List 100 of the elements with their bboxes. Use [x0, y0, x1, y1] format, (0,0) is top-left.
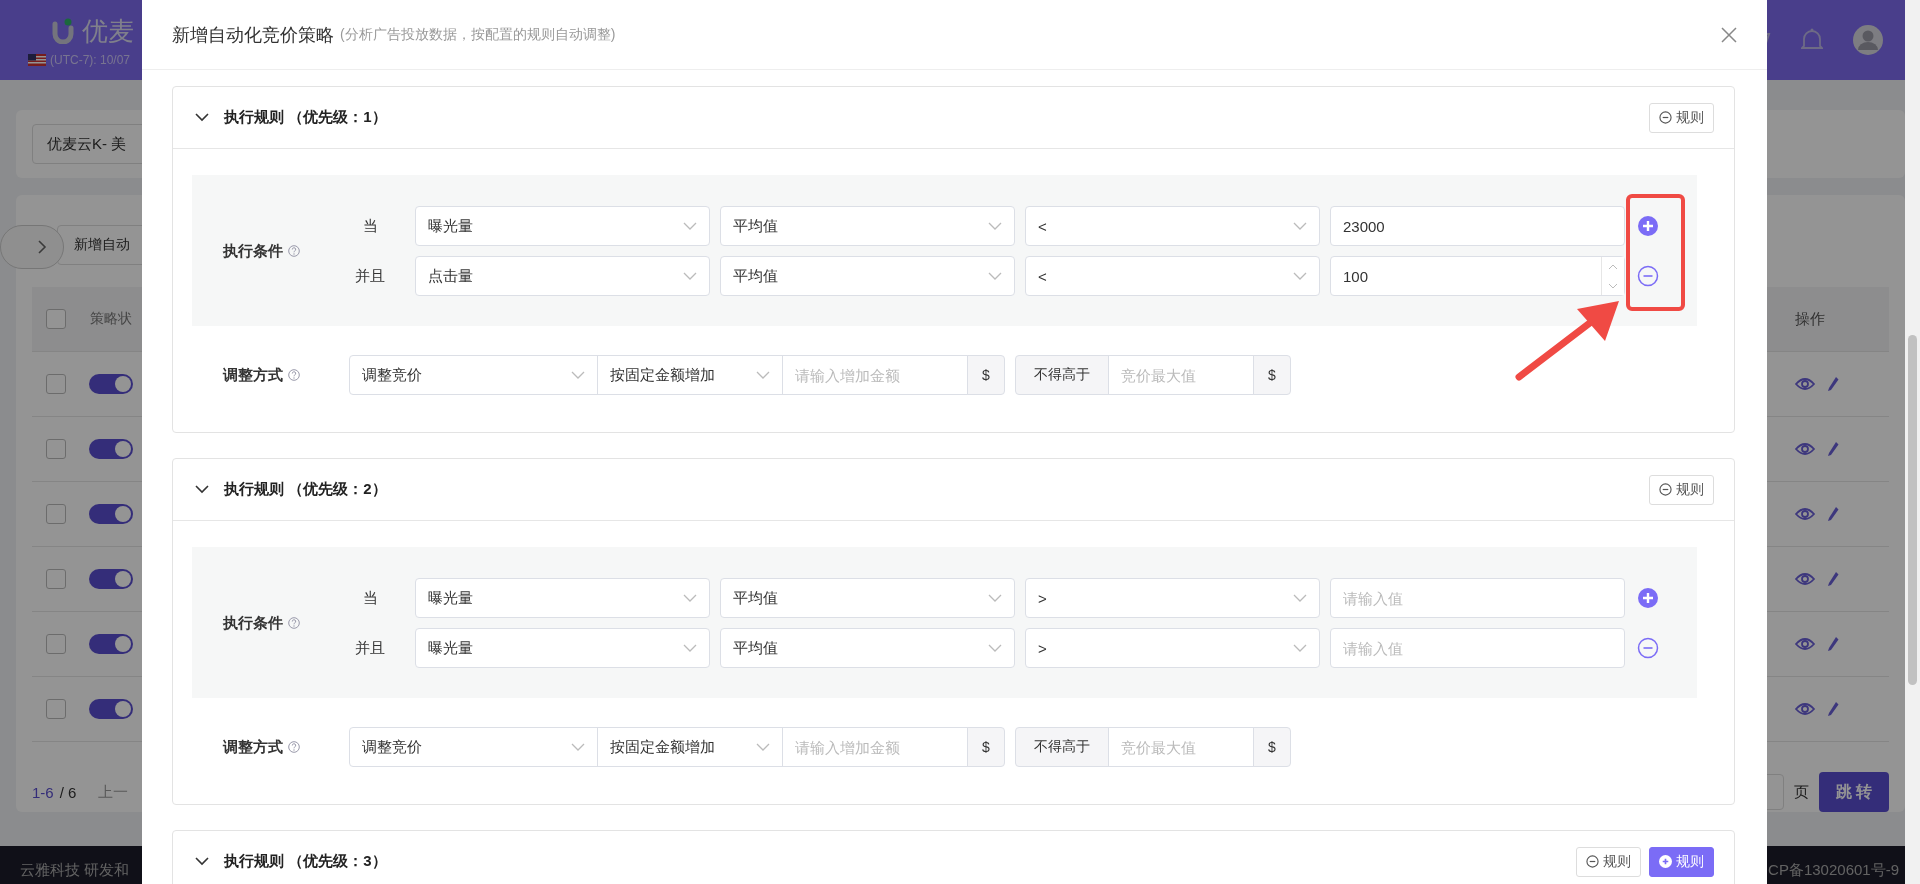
- chevron-down-icon: [1293, 594, 1307, 602]
- avatar-icon[interactable]: [1853, 25, 1883, 55]
- adjust-mode-select[interactable]: 按固定金额增加: [597, 355, 783, 395]
- eye-icon[interactable]: [1795, 377, 1815, 391]
- operator-select[interactable]: <: [1025, 256, 1320, 296]
- close-icon[interactable]: [1721, 26, 1737, 43]
- chevron-down-icon: [1293, 222, 1307, 230]
- remove-condition-icon[interactable]: [1637, 265, 1659, 287]
- pencil-icon[interactable]: [1827, 376, 1839, 392]
- metric-select[interactable]: 曝光量: [415, 206, 710, 246]
- chevron-down-icon: [988, 644, 1002, 652]
- aggregate-select[interactable]: 平均值: [720, 628, 1015, 668]
- rule-title: 执行规则 （优先级：3）: [224, 852, 387, 871]
- toggle-switch[interactable]: [89, 439, 133, 459]
- expand-handle[interactable]: [0, 225, 64, 269]
- footer-text: 云雅科技 研发和: [20, 861, 130, 880]
- aggregate-select[interactable]: 平均值: [720, 256, 1015, 296]
- scrollbar-thumb[interactable]: [1908, 335, 1917, 685]
- metric-select[interactable]: 曝光量: [415, 628, 710, 668]
- adjust-type-select[interactable]: 调整竞价: [349, 355, 598, 395]
- pencil-icon[interactable]: [1827, 701, 1839, 717]
- pencil-icon[interactable]: [1827, 506, 1839, 522]
- pencil-icon[interactable]: [1827, 571, 1839, 587]
- remove-rule-button[interactable]: 规则: [1576, 846, 1641, 877]
- value-input[interactable]: 100: [1330, 256, 1625, 296]
- checkbox[interactable]: [46, 504, 66, 524]
- eye-icon[interactable]: [1795, 442, 1815, 456]
- chevron-down-icon[interactable]: [195, 857, 209, 866]
- add-condition-icon[interactable]: [1637, 215, 1659, 237]
- field-label: 执行条件: [223, 613, 283, 633]
- page-total: / 6: [59, 783, 77, 801]
- max-bid-input[interactable]: 竞价最大值: [1108, 355, 1254, 395]
- caret-down-icon[interactable]: [1608, 282, 1618, 289]
- chevron-down-icon: [683, 644, 697, 652]
- toggle-switch[interactable]: [89, 634, 133, 654]
- value-input[interactable]: 请输入值: [1330, 628, 1625, 668]
- amount-input[interactable]: 请输入增加金额: [782, 727, 968, 767]
- page-suffix: 页: [1794, 782, 1809, 802]
- help-icon[interactable]: [288, 369, 300, 381]
- chevron-down-icon: [571, 743, 585, 751]
- connector-label: 并且: [354, 266, 386, 286]
- toggle-switch[interactable]: [89, 699, 133, 719]
- pencil-icon[interactable]: [1827, 636, 1839, 652]
- chevron-down-icon: [988, 272, 1002, 280]
- modal-title: 新增自动化竞价策略: [172, 23, 334, 47]
- checkbox[interactable]: [46, 439, 66, 459]
- minus-circle-icon: [1586, 855, 1599, 868]
- remove-rule-button[interactable]: 规则: [1649, 474, 1714, 505]
- checkbox[interactable]: [46, 309, 66, 329]
- remove-condition-icon[interactable]: [1637, 637, 1659, 659]
- rule-title: 执行规则 （优先级：1）: [224, 108, 387, 127]
- chevron-down-icon: [1293, 272, 1307, 280]
- help-icon[interactable]: [288, 617, 300, 629]
- amount-input[interactable]: 请输入增加金额: [782, 355, 968, 395]
- value-input[interactable]: 23000: [1330, 206, 1625, 246]
- chevron-down-icon[interactable]: [195, 485, 209, 494]
- column-header: 操作: [1795, 309, 1826, 329]
- eye-icon[interactable]: [1795, 637, 1815, 651]
- checkbox[interactable]: [46, 699, 66, 719]
- adjust-mode-select[interactable]: 按固定金额增加: [597, 727, 783, 767]
- metric-select[interactable]: 点击量: [415, 256, 710, 296]
- pencil-icon[interactable]: [1827, 441, 1839, 457]
- jump-button[interactable]: 跳 转: [1819, 772, 1889, 812]
- connector-label: 并且: [354, 638, 386, 658]
- max-bid-input[interactable]: 竞价最大值: [1108, 727, 1254, 767]
- scrollbar[interactable]: [1905, 0, 1920, 884]
- field-label: 调整方式: [223, 737, 283, 757]
- unit-label: $: [1253, 355, 1291, 395]
- adjust-type-select[interactable]: 调整竞价: [349, 727, 598, 767]
- eye-icon[interactable]: [1795, 507, 1815, 521]
- add-rule-button[interactable]: 规则: [1649, 846, 1714, 877]
- metric-select[interactable]: 曝光量: [415, 578, 710, 618]
- limit-label: 不得高于: [1015, 727, 1109, 767]
- minus-circle-icon: [1659, 483, 1672, 496]
- bell-icon[interactable]: [1801, 28, 1823, 52]
- help-icon[interactable]: [288, 741, 300, 753]
- help-icon[interactable]: [288, 245, 300, 257]
- value-input[interactable]: 请输入值: [1330, 578, 1625, 618]
- aggregate-select[interactable]: 平均值: [720, 206, 1015, 246]
- eye-icon[interactable]: [1795, 572, 1815, 586]
- caret-up-icon[interactable]: [1608, 263, 1618, 270]
- checkbox[interactable]: [46, 569, 66, 589]
- operator-select[interactable]: <: [1025, 206, 1320, 246]
- page-range: 1-6: [32, 783, 54, 801]
- toggle-switch[interactable]: [89, 374, 133, 394]
- aggregate-select[interactable]: 平均值: [720, 578, 1015, 618]
- checkbox[interactable]: [46, 634, 66, 654]
- chevron-down-icon[interactable]: [195, 113, 209, 122]
- toggle-switch[interactable]: [89, 569, 133, 589]
- operator-select[interactable]: >: [1025, 628, 1320, 668]
- unit-label: $: [967, 355, 1005, 395]
- chevron-down-icon: [571, 371, 585, 379]
- remove-rule-button[interactable]: 规则: [1649, 102, 1714, 133]
- field-label: 调整方式: [223, 365, 283, 385]
- checkbox[interactable]: [46, 374, 66, 394]
- unit-label: $: [967, 727, 1005, 767]
- eye-icon[interactable]: [1795, 702, 1815, 716]
- add-condition-icon[interactable]: [1637, 587, 1659, 609]
- operator-select[interactable]: >: [1025, 578, 1320, 618]
- toggle-switch[interactable]: [89, 504, 133, 524]
